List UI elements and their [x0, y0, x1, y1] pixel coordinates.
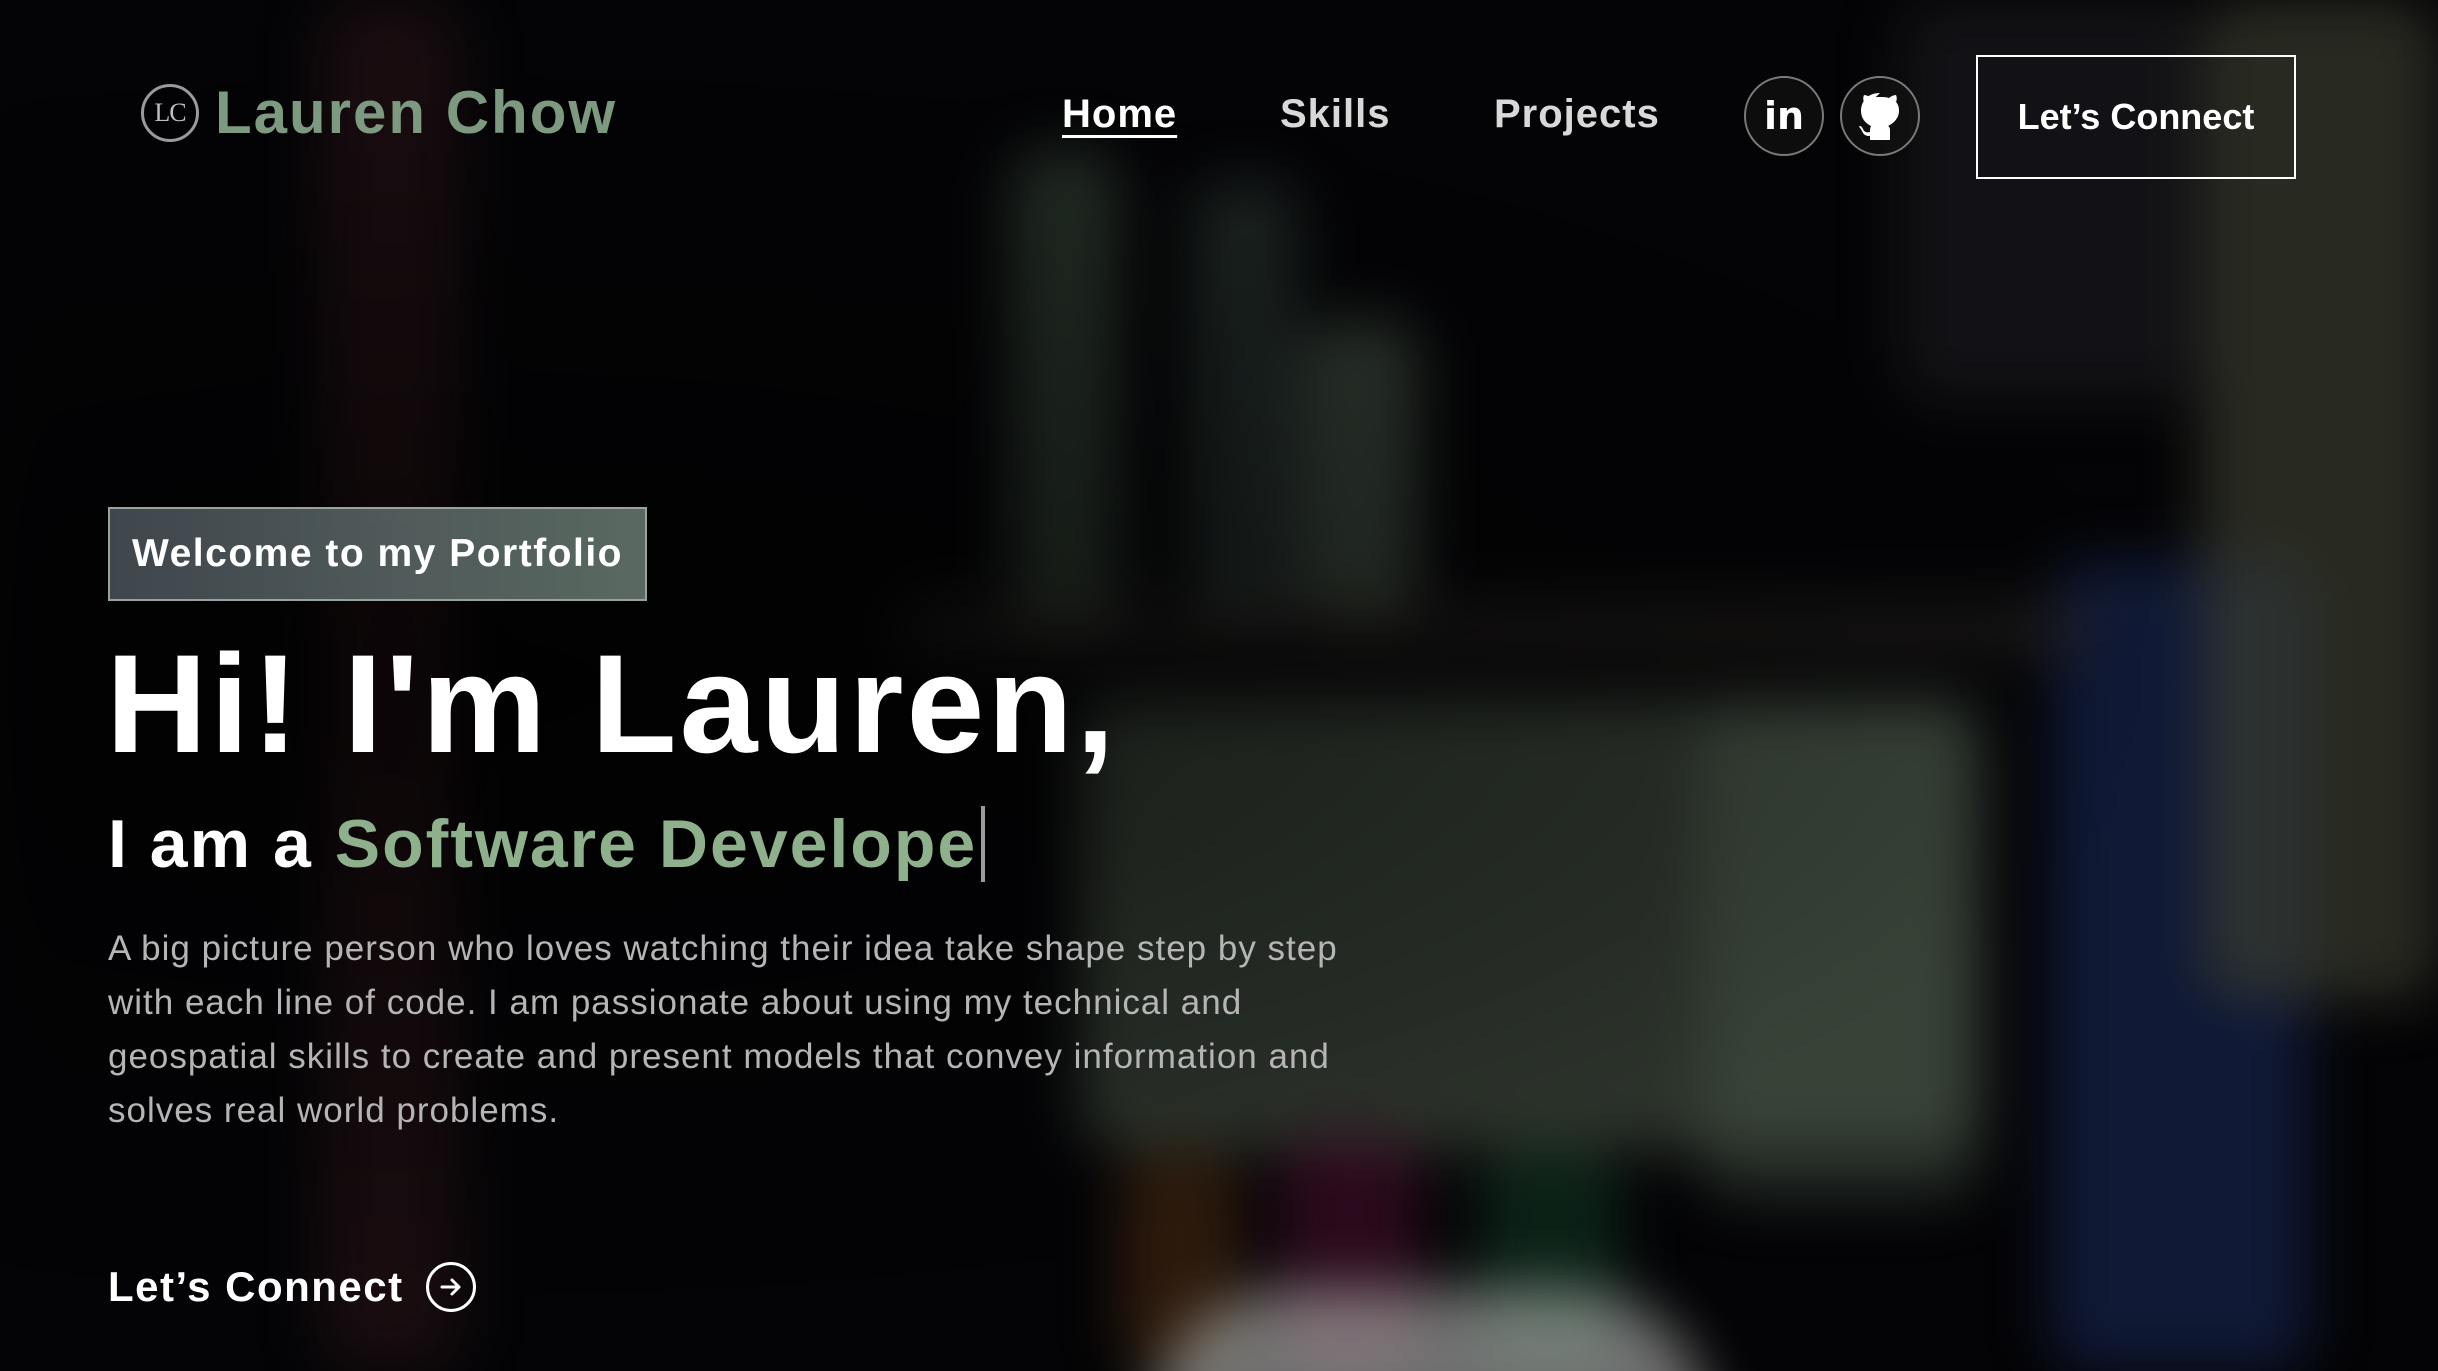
- nav-link-projects[interactable]: Projects: [1494, 92, 1660, 137]
- hero-bio: A big picture person who loves watching …: [108, 929, 1338, 1130]
- hero-connect-link[interactable]: Let’s Connect: [108, 1262, 476, 1312]
- lets-connect-button[interactable]: Let’s Connect: [1976, 55, 2296, 179]
- nav-link-home[interactable]: Home: [1062, 92, 1177, 137]
- nav-link-skills[interactable]: Skills: [1280, 92, 1391, 137]
- subhead-prefix: I am a: [108, 806, 313, 882]
- hero-headline: Hi! I'm Lauren,: [106, 625, 1118, 782]
- portfolio-page: LC Lauren Chow Home Skills Projects in L…: [0, 0, 2438, 1371]
- typed-role: Software Develope: [334, 806, 978, 882]
- github-icon: [1859, 93, 1899, 140]
- linkedin-button[interactable]: in: [1744, 76, 1824, 156]
- arrow-right-circle-icon: [425, 1262, 476, 1312]
- monogram-icon: LC: [141, 83, 199, 142]
- hero-connect-label: Let’s Connect: [108, 1263, 404, 1310]
- linkedin-icon: in: [1763, 94, 1805, 138]
- typing-caret: [981, 806, 986, 882]
- brand-logo[interactable]: LC Lauren Chow: [141, 78, 617, 147]
- hero-subhead: I am a Software Develope: [108, 805, 986, 883]
- brand-name: Lauren Chow: [215, 79, 618, 146]
- welcome-tagline: Welcome to my Portfolio: [108, 507, 647, 601]
- github-button[interactable]: [1840, 76, 1920, 156]
